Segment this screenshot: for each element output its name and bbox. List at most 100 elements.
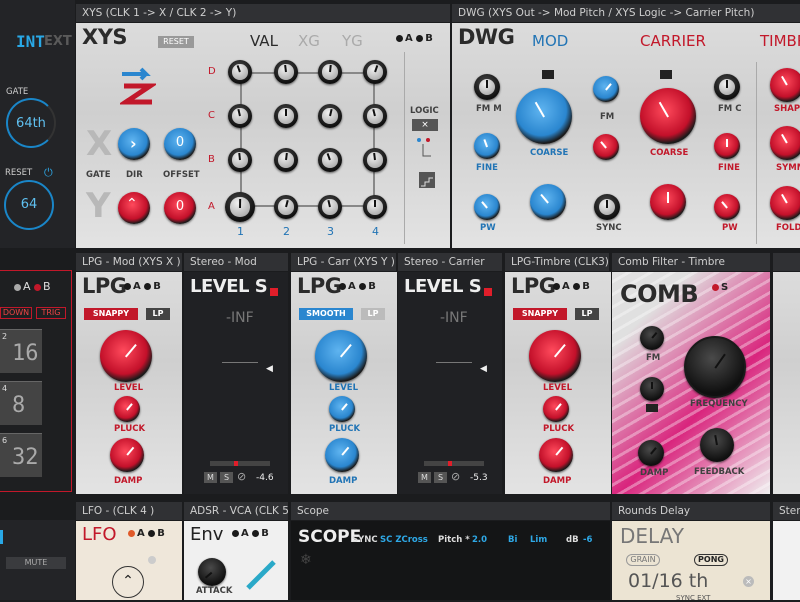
- level-knob[interactable]: [529, 330, 581, 382]
- coarse-car-knob[interactable]: [640, 88, 696, 144]
- fm-bottom-knob[interactable]: [593, 134, 619, 160]
- scope-bi[interactable]: Bi: [508, 535, 517, 545]
- lpg-ab[interactable]: A B: [553, 281, 590, 292]
- scope-pitch-value[interactable]: 2.0: [472, 535, 487, 545]
- grid-knob[interactable]: [274, 60, 298, 84]
- comb-damp-knob[interactable]: [638, 440, 664, 466]
- lp-button[interactable]: LP: [575, 308, 599, 320]
- grid-knob[interactable]: [274, 104, 298, 128]
- mute-button[interactable]: MUTE: [6, 557, 66, 569]
- trig-button[interactable]: TRIG: [36, 307, 66, 319]
- scope-header: Scope: [291, 502, 610, 520]
- phase-icon[interactable]: ⊘: [237, 470, 246, 483]
- power-icon[interactable]: ⏻: [44, 166, 53, 180]
- mode-button[interactable]: SMOOTH: [299, 308, 353, 320]
- grid-knob[interactable]: [318, 148, 342, 172]
- mode-button[interactable]: SNAPPY: [84, 308, 138, 320]
- tab-mod[interactable]: MOD: [532, 32, 568, 50]
- feedback-knob[interactable]: [700, 428, 734, 462]
- tab-timbre[interactable]: TIMBRE: [760, 32, 800, 50]
- wave-car-knob[interactable]: [650, 184, 686, 220]
- grid-knob[interactable]: [228, 148, 252, 172]
- xys-reset-button[interactable]: RESET: [158, 36, 194, 48]
- pluck-knob[interactable]: [114, 396, 140, 422]
- lp-button[interactable]: LP: [146, 308, 170, 320]
- attack-knob[interactable]: [198, 558, 226, 586]
- damp-knob[interactable]: [539, 438, 573, 472]
- solo-s-button[interactable]: S: [434, 472, 447, 483]
- solo-s-button[interactable]: S: [220, 472, 233, 483]
- tab-xg[interactable]: XG: [298, 32, 320, 50]
- shape-knob[interactable]: [770, 68, 800, 102]
- seq-ab[interactable]: A B: [14, 280, 51, 293]
- delay-close-icon[interactable]: ×: [743, 576, 754, 587]
- scope-db-value[interactable]: -6: [583, 535, 592, 545]
- pong-button[interactable]: PONG: [694, 554, 728, 566]
- fm-m-knob[interactable]: [474, 74, 500, 100]
- symm-knob[interactable]: [770, 126, 800, 160]
- keyboard-icon-car: [660, 70, 672, 79]
- mode-button[interactable]: SNAPPY: [513, 308, 567, 320]
- grid-knob[interactable]: [274, 148, 298, 172]
- coarse-mod-knob[interactable]: [516, 88, 572, 144]
- pluck-knob[interactable]: [543, 396, 569, 422]
- pw-car-knob[interactable]: [714, 194, 740, 220]
- sync-knob[interactable]: [594, 194, 620, 220]
- grid-knob[interactable]: [363, 195, 387, 219]
- xys-ab[interactable]: A B: [396, 33, 433, 44]
- lpg-ab[interactable]: A B: [339, 281, 376, 292]
- frequency-knob[interactable]: [684, 336, 746, 398]
- grid-knob[interactable]: [228, 60, 252, 84]
- scope-sync[interactable]: SYNC: [352, 535, 378, 545]
- down-button[interactable]: DOWN: [0, 307, 32, 319]
- grid-knob[interactable]: [228, 104, 252, 128]
- snowflake-icon[interactable]: ❄: [300, 552, 312, 568]
- lfo-ab[interactable]: A B: [128, 528, 165, 539]
- ext-toggle[interactable]: EXT: [44, 34, 72, 49]
- lpg-ab[interactable]: A B: [124, 281, 161, 292]
- damp-knob[interactable]: [110, 438, 144, 472]
- tab-yg[interactable]: YG: [342, 32, 363, 50]
- comb-fm2-knob[interactable]: [640, 377, 664, 401]
- scope-sczcross[interactable]: SC ZCross: [380, 535, 428, 545]
- phase-icon[interactable]: ⊘: [451, 470, 460, 483]
- grid-knob[interactable]: [318, 195, 342, 219]
- lp-button[interactable]: LP: [361, 308, 385, 320]
- level-pointer-icon[interactable]: ◀: [266, 364, 273, 374]
- env-ab[interactable]: A B: [232, 528, 269, 539]
- lfo-shape-button[interactable]: ⌃: [112, 566, 144, 598]
- int-toggle[interactable]: INT: [16, 32, 45, 51]
- level-knob[interactable]: [100, 330, 152, 382]
- grid-knob[interactable]: [318, 60, 342, 84]
- comb-ab[interactable]: S: [712, 282, 728, 293]
- delay-time[interactable]: 01/16 th: [628, 570, 708, 592]
- tab-val[interactable]: VAL: [250, 32, 278, 50]
- logic-x-button[interactable]: ×: [412, 119, 438, 131]
- pluck-knob[interactable]: [329, 396, 355, 422]
- grid-knob[interactable]: [318, 104, 342, 128]
- col-label: 4: [372, 225, 379, 238]
- grain-button[interactable]: GRAIN: [626, 554, 660, 566]
- grid-knob[interactable]: [363, 60, 387, 84]
- pw-mod-knob[interactable]: [474, 194, 500, 220]
- comb-header: Comb Filter - Timbre: [612, 253, 770, 271]
- mute-m-button[interactable]: M: [418, 472, 431, 483]
- mute-m-button[interactable]: M: [204, 472, 217, 483]
- tab-carrier[interactable]: CARRIER: [640, 32, 706, 50]
- pw-wave-knob[interactable]: [530, 184, 566, 220]
- grid-knob[interactable]: [363, 104, 387, 128]
- grid-knob[interactable]: [363, 148, 387, 172]
- fold-knob[interactable]: [770, 186, 800, 220]
- grid-knob[interactable]: [274, 195, 298, 219]
- level-knob[interactable]: [315, 330, 367, 382]
- comb-fm-knob[interactable]: [640, 326, 664, 350]
- stairs-icon[interactable]: [419, 172, 435, 188]
- damp-knob[interactable]: [325, 438, 359, 472]
- grid-knob[interactable]: [225, 192, 255, 222]
- level-pointer-icon[interactable]: ◀: [480, 364, 487, 374]
- scope-lim[interactable]: Lim: [530, 535, 547, 545]
- fine-mod-knob[interactable]: [474, 133, 500, 159]
- fine-car-knob[interactable]: [714, 133, 740, 159]
- fm-c-knob[interactable]: [714, 74, 740, 100]
- fm-top-knob[interactable]: [593, 76, 619, 102]
